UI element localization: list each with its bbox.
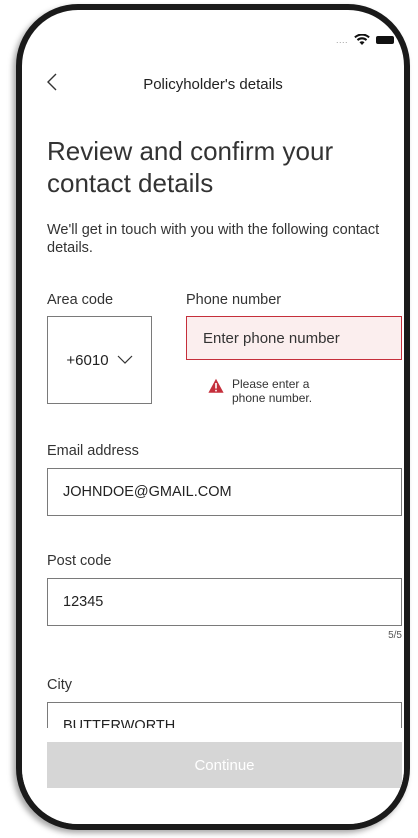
chevron-down-icon [117, 355, 132, 364]
area-code-select[interactable]: +6010 [47, 316, 152, 404]
post-code-input[interactable] [47, 578, 402, 626]
continue-button[interactable]: Continue [47, 742, 402, 788]
battery-icon [376, 36, 394, 44]
email-input[interactable] [47, 468, 402, 516]
status-bar: .... [336, 34, 394, 46]
phone-number-input[interactable] [186, 316, 402, 360]
wifi-icon [354, 34, 370, 45]
phone-error-message: Please enter a phone number. [232, 377, 313, 405]
phone-frame: .... Policyholder's details Review and c… [16, 4, 410, 830]
warning-icon [208, 378, 224, 393]
intro-text: We'll get in touch with you with the fol… [47, 222, 380, 256]
post-code-label: Post code [47, 553, 112, 569]
email-label: Email address [47, 443, 139, 459]
app-screen: .... Policyholder's details Review and c… [22, 10, 404, 824]
phone-number-label: Phone number [186, 292, 282, 308]
area-code-label: Area code [47, 292, 114, 308]
phone-error: Please enter a phone number. [208, 377, 342, 405]
page-title: Policyholder's details [143, 76, 283, 93]
city-label: City [47, 677, 72, 693]
page-heading: Review and confirm your contact details [47, 136, 334, 198]
post-code-counter: 5/5 [388, 630, 402, 641]
area-code-value: +6010 [66, 351, 109, 369]
signal-indicator: .... [335, 35, 348, 45]
